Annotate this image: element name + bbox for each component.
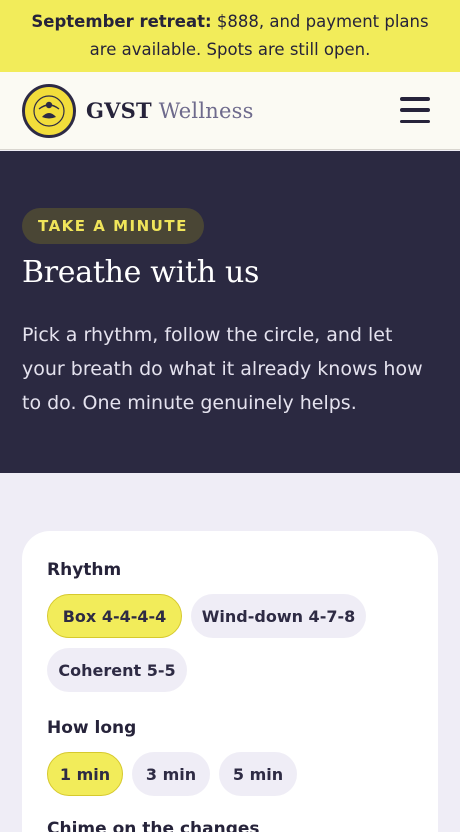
menu-bar	[400, 119, 430, 123]
brand-sub: Wellness	[151, 99, 254, 123]
banner-text: September retreat: $888, and payment pla…	[18, 8, 442, 64]
duration-label: How long	[47, 718, 137, 738]
rhythm-option-wind-down[interactable]: Wind-down 4-7-8	[191, 594, 366, 638]
brand-logo[interactable]	[22, 83, 76, 138]
hero-section: TAKE A MINUTE Breathe with us Pick a rhy…	[0, 151, 460, 473]
breathing-controls-card: Rhythm Box 4-4-4-4 Wind-down 4-7-8 Coher…	[22, 531, 438, 832]
brand-name[interactable]: GVST Wellness	[86, 98, 254, 123]
logo-figure-icon	[33, 94, 65, 127]
brand-main: GVST	[86, 98, 152, 123]
rhythm-option-coherent[interactable]: Coherent 5-5	[47, 648, 187, 692]
site-header: GVST Wellness	[0, 72, 460, 150]
duration-option-1min[interactable]: 1 min	[47, 752, 123, 796]
duration-option-5min[interactable]: 5 min	[219, 752, 297, 796]
banner-bold: September retreat:	[31, 12, 212, 31]
chime-label: Chime on the changes	[47, 819, 260, 832]
hero-body: Pick a rhythm, follow the circle, and le…	[22, 324, 423, 414]
menu-bar	[400, 97, 430, 101]
hamburger-menu-icon[interactable]	[400, 97, 430, 123]
rhythm-option-box[interactable]: Box 4-4-4-4	[47, 594, 182, 638]
hero-title: Breathe with us	[22, 255, 260, 290]
hero-tag: TAKE A MINUTE	[22, 208, 204, 244]
announcement-banner: September retreat: $888, and payment pla…	[0, 0, 460, 72]
rhythm-label: Rhythm	[47, 560, 122, 580]
menu-bar	[400, 108, 430, 112]
duration-option-3min[interactable]: 3 min	[132, 752, 210, 796]
